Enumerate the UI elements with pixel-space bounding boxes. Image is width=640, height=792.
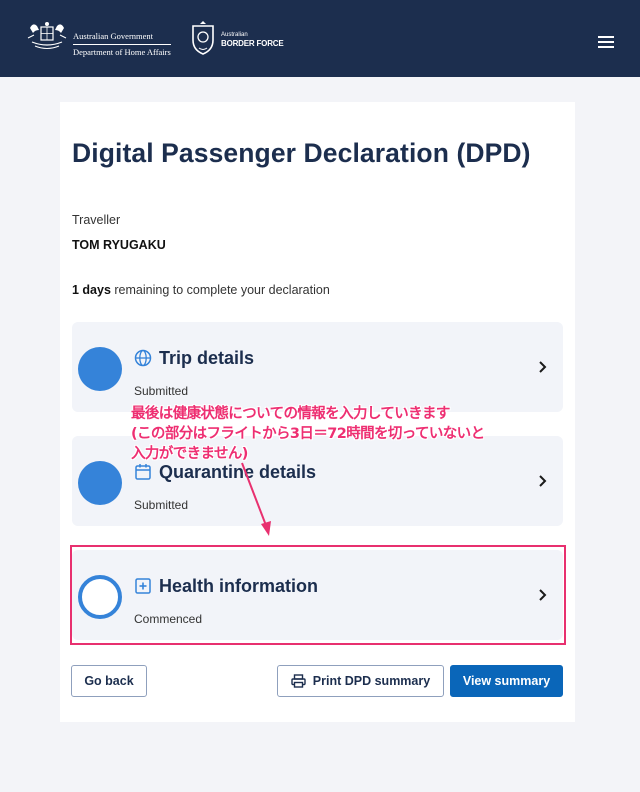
print-summary-button[interactable]: Print DPD summary: [277, 665, 444, 697]
chevron-right-icon: [539, 361, 547, 373]
step-complete-indicator: [78, 461, 122, 505]
traveller-label: Traveller: [72, 213, 121, 227]
hamburger-menu-button[interactable]: [590, 30, 622, 54]
step-complete-indicator: [78, 347, 122, 391]
remaining-days-text: 1 days remaining to complete your declar…: [72, 283, 330, 297]
annotation-highlight-box: [70, 545, 566, 645]
top-header-bar: Australian Government Department of Home…: [0, 0, 640, 77]
chevron-right-icon: [539, 475, 547, 487]
gov-line-2: Department of Home Affairs: [73, 47, 171, 57]
step-status: Submitted: [134, 498, 189, 512]
annotation-line-1: 最後は健康状態についての情報を入力していきます: [131, 406, 450, 422]
annotation-text: 最後は健康状態についての情報を入力していきます (この部分はフライトから3日＝7…: [131, 404, 485, 464]
print-summary-label: Print DPD summary: [312, 674, 431, 688]
abf-big-text: BORDER FORCE: [221, 39, 284, 48]
step-title: Trip details: [159, 348, 255, 368]
remaining-days-count: 1 days: [72, 283, 111, 297]
coat-of-arms-icon: [27, 22, 67, 49]
border-force-logo-text: Australian BORDER FORCE: [221, 32, 284, 48]
border-force-badge-icon: [192, 21, 214, 55]
annotation-line-3: 入力ができません): [131, 446, 248, 462]
hamburger-menu-icon: [598, 36, 614, 48]
government-logo-text[interactable]: Australian Government Department of Home…: [73, 29, 171, 59]
step-trip-details[interactable]: Trip details Submitted: [72, 322, 563, 412]
annotation-line-2: (この部分はフライトから3日＝72時間を切っていないと: [131, 426, 485, 442]
step-title: Quarantine details: [159, 462, 317, 482]
traveller-name: TOM RYUGAKU: [72, 238, 166, 252]
globe-icon: [134, 349, 152, 367]
calendar-icon: [135, 464, 151, 480]
remaining-days-label: remaining to complete your declaration: [110, 283, 330, 297]
view-summary-button[interactable]: View summary: [450, 665, 563, 697]
gov-line-1: Australian Government: [73, 29, 171, 45]
page-title: Digital Passenger Declaration (DPD): [72, 138, 531, 168]
abf-small-text: Australian: [221, 32, 248, 38]
go-back-button[interactable]: Go back: [71, 665, 147, 697]
printer-icon: [291, 674, 306, 688]
step-status: Submitted: [134, 384, 189, 398]
